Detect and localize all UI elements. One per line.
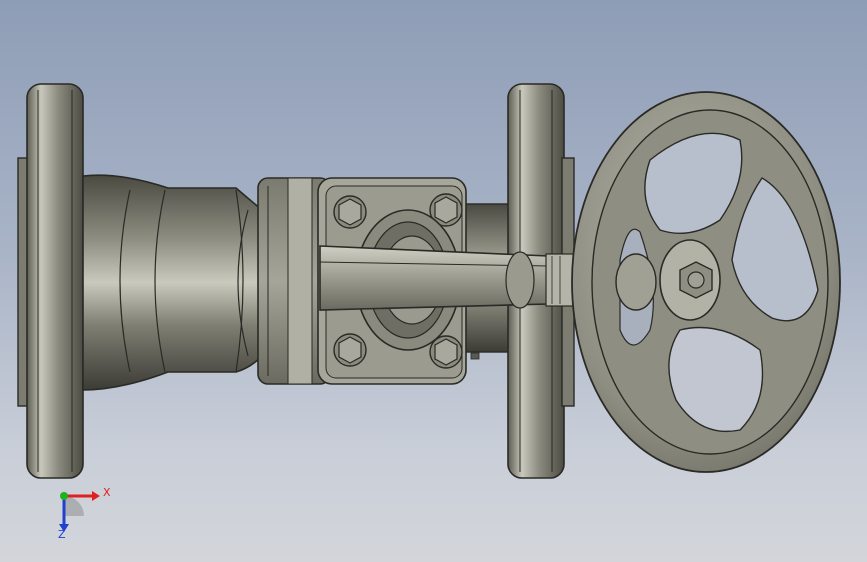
bonnet-bolt[interactable] (333, 333, 367, 367)
left-flange[interactable] (17, 83, 84, 479)
z-axis-label: Z (58, 528, 66, 541)
y-axis-point (60, 492, 68, 500)
grease-fitting (470, 352, 480, 360)
valve-stem[interactable] (319, 245, 577, 311)
bonnet-bolt[interactable] (333, 195, 367, 229)
x-axis-label: X (103, 486, 111, 499)
valve-model[interactable] (0, 0, 867, 562)
valve-body[interactable] (82, 174, 263, 391)
reference-triad (59, 491, 100, 532)
graphics-viewport[interactable]: X Z (0, 0, 867, 562)
